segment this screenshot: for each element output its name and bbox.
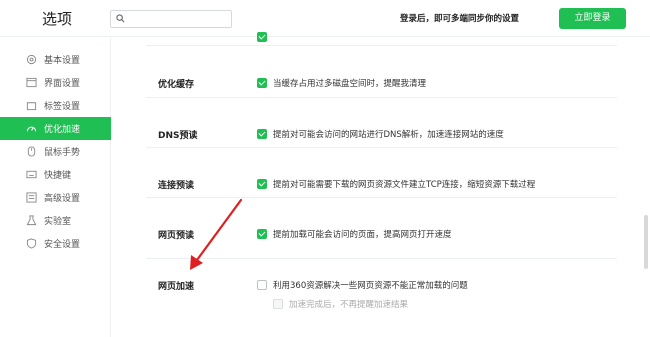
- annotation-arrow: [190, 198, 243, 270]
